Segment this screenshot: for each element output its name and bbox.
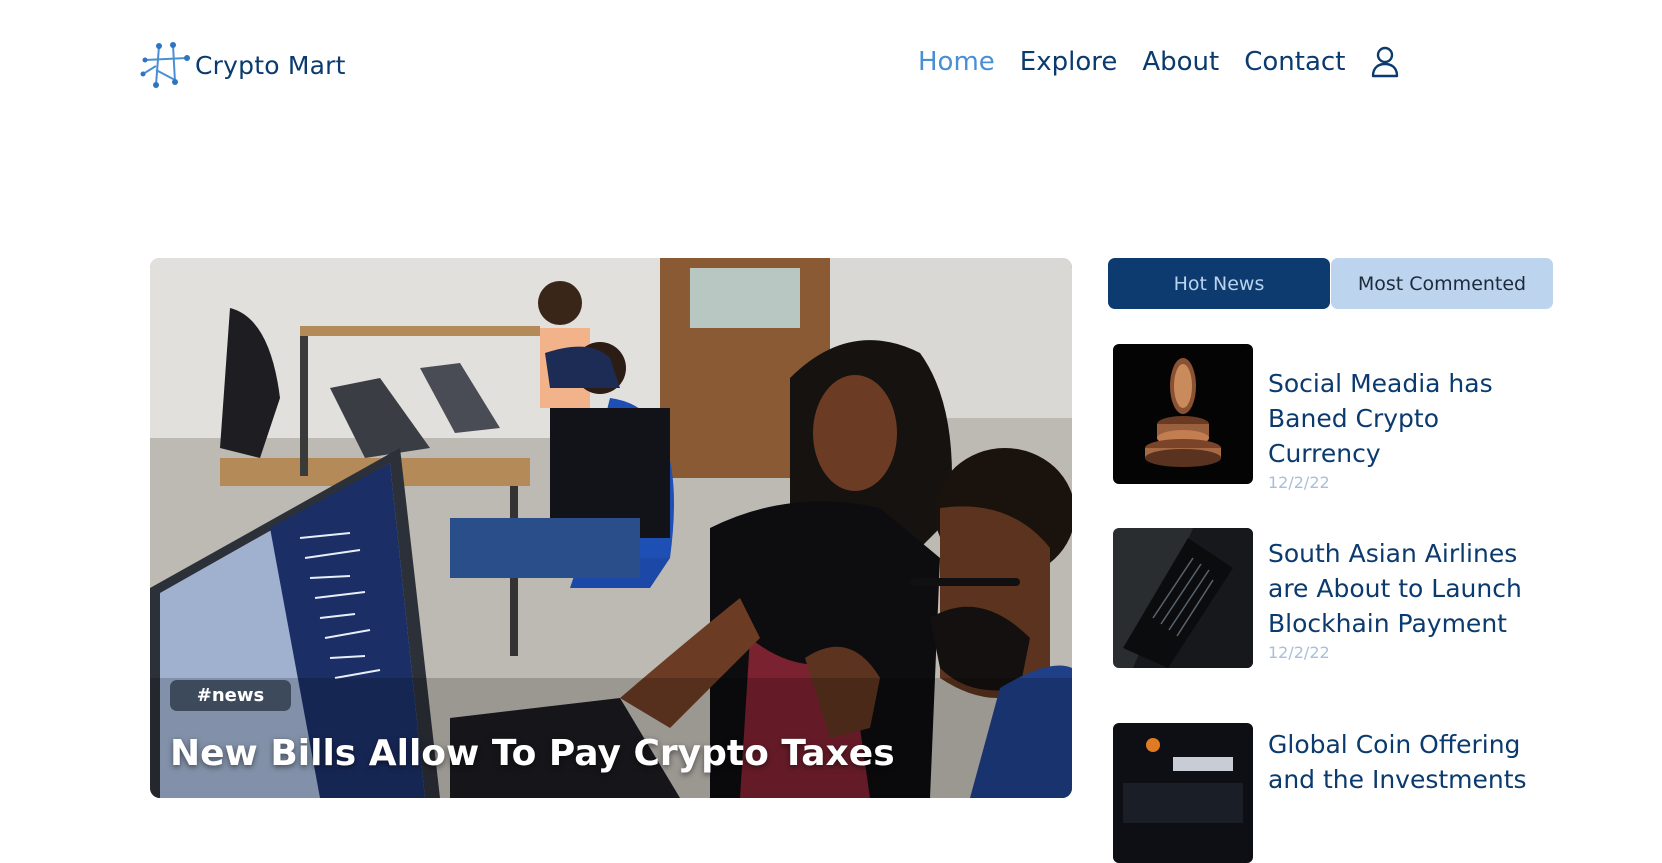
- news-text: South Asian Airlines are About to Launch…: [1268, 528, 1558, 668]
- news-thumbnail: [1113, 723, 1253, 863]
- news-thumbnail: [1113, 344, 1253, 484]
- news-tabs: Hot News Most Commented: [1108, 258, 1553, 309]
- news-item[interactable]: Social Meadia has Baned Crypto Currency …: [1113, 344, 1558, 492]
- news-title[interactable]: Social Meadia has Baned Crypto Currency: [1268, 366, 1558, 471]
- news-text: Social Meadia has Baned Crypto Currency …: [1268, 344, 1558, 492]
- news-item[interactable]: Global Coin Offering and the Investments: [1113, 723, 1558, 863]
- main-nav: Home Explore About Contact: [918, 46, 1400, 78]
- trading-app-image: [1113, 723, 1253, 863]
- news-date: 12/2/22: [1268, 473, 1330, 492]
- brand-logo[interactable]: Crypto Mart: [139, 42, 346, 88]
- news-text: Global Coin Offering and the Investments: [1268, 723, 1558, 863]
- nav-contact[interactable]: Contact: [1244, 47, 1345, 77]
- constellation-logo-icon: [140, 42, 190, 88]
- phone-screen-image: [1113, 528, 1253, 668]
- nav-explore[interactable]: Explore: [1020, 47, 1118, 77]
- hero-tag-badge[interactable]: #news: [170, 680, 291, 711]
- tab-hot-news[interactable]: Hot News: [1108, 258, 1330, 309]
- hero-office-photo: [150, 258, 1072, 798]
- nav-about[interactable]: About: [1142, 47, 1219, 77]
- brand-name: Crypto Mart: [195, 50, 346, 80]
- user-icon[interactable]: [1370, 46, 1400, 78]
- news-title[interactable]: South Asian Airlines are About to Launch…: [1268, 536, 1558, 641]
- news-date: 12/2/22: [1268, 643, 1330, 662]
- coin-pedestal-image: [1113, 344, 1253, 484]
- news-item[interactable]: South Asian Airlines are About to Launch…: [1113, 528, 1558, 668]
- hero-title[interactable]: New Bills Allow To Pay Crypto Taxes: [170, 733, 895, 774]
- news-thumbnail: [1113, 528, 1253, 668]
- news-title[interactable]: Global Coin Offering and the Investments: [1268, 727, 1558, 797]
- tab-most-commented[interactable]: Most Commented: [1331, 258, 1553, 309]
- nav-home[interactable]: Home: [918, 47, 995, 77]
- hero-card[interactable]: #news New Bills Allow To Pay Crypto Taxe…: [150, 258, 1072, 798]
